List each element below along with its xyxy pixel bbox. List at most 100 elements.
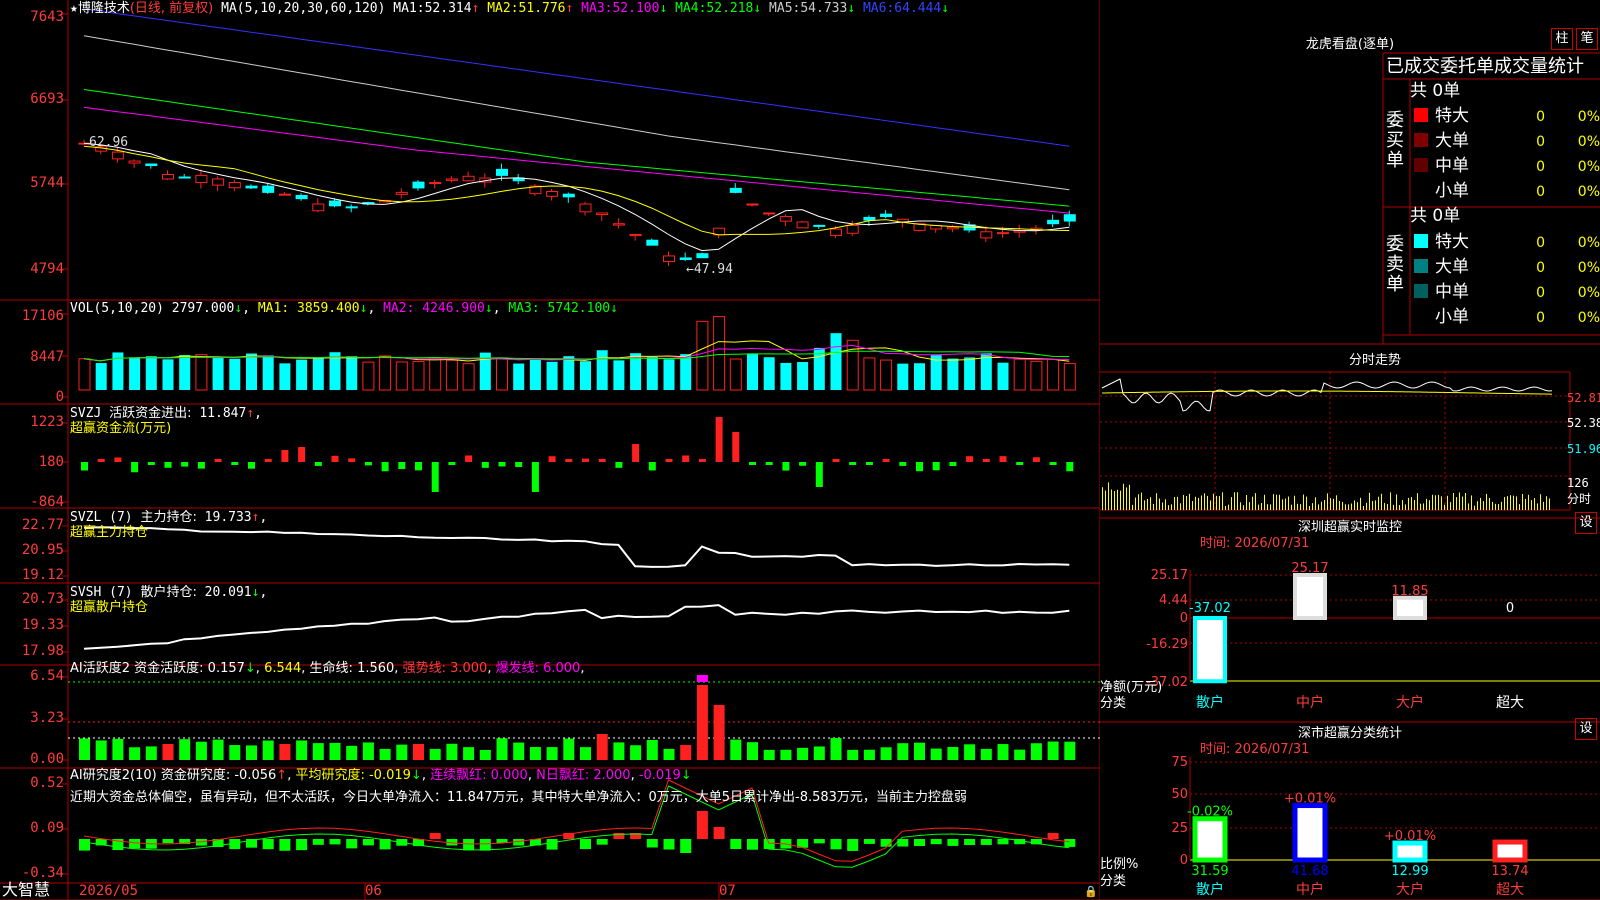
research-bar xyxy=(930,839,942,845)
intraday-vol-bar xyxy=(1384,502,1385,510)
stock-chart-window: 特大 0 0% 大单 0 0% 中单 0 0% 小单 0 0% 特大 0 0% 大单 0 0% 中单 0 0% 小单 0 0%… xyxy=(0,0,1600,900)
intraday-vol-bar xyxy=(1183,494,1184,510)
intraday-vol-bar xyxy=(1216,495,1217,510)
intraday-vol-bar xyxy=(1507,496,1508,510)
intraday-vol-bar xyxy=(1162,502,1163,510)
fund-flow-bar xyxy=(632,444,640,462)
favorite-star-icon[interactable]: ★ xyxy=(70,1,78,16)
fund-flow-bar xyxy=(197,462,205,469)
candle-down xyxy=(646,239,659,246)
intraday-vol-bar xyxy=(1117,489,1118,510)
volume-bar xyxy=(613,360,625,390)
intraday-vol-bar xyxy=(1102,487,1103,510)
research-bar xyxy=(947,839,959,846)
ai2-ytick: 0.09 xyxy=(30,820,64,836)
activity-bar xyxy=(663,748,675,760)
size-percent: 0% xyxy=(1578,184,1600,200)
intraday-vol-bar xyxy=(1123,483,1124,510)
fund-flow-bar xyxy=(164,462,172,468)
research-bar xyxy=(79,839,90,851)
svzj-ytick: 1223 xyxy=(30,414,64,430)
intraday-vol-bar xyxy=(1342,501,1343,510)
intraday-vol-bar xyxy=(1474,505,1475,510)
intraday-vol-bar xyxy=(1351,503,1352,510)
volume-bar xyxy=(312,358,324,390)
activity-bar xyxy=(863,749,875,760)
svsh-header: SVSH (7) 散户持仓: 20.091↓, xyxy=(70,585,268,600)
candle-up xyxy=(830,228,842,236)
intraday-vol-2: 分时 xyxy=(1567,492,1592,506)
activity-bar xyxy=(1030,743,1042,760)
intraday-vol-bar xyxy=(1354,500,1355,510)
lock-icon[interactable]: 🔒 xyxy=(1084,884,1098,899)
volume-bar xyxy=(445,359,458,391)
volume-bar xyxy=(1047,358,1060,391)
intraday-vol-bar xyxy=(1132,504,1133,510)
fund-flow-bar xyxy=(799,462,807,466)
intraday-vol-bar xyxy=(1363,505,1364,510)
intraday-vol-bar xyxy=(1138,494,1139,510)
intraday-vol-bar xyxy=(1369,492,1370,510)
fund-flow-bar xyxy=(949,462,957,466)
volume-bar xyxy=(880,359,893,391)
sz-settings-button[interactable]: 设 xyxy=(1575,512,1597,534)
volume-bar xyxy=(395,361,408,391)
vol-ytick: 0 xyxy=(55,389,64,405)
intraday-vol-bar xyxy=(1516,496,1517,510)
intraday-vol-bar xyxy=(1522,494,1523,510)
intraday-vol-bar xyxy=(1432,494,1433,510)
size-count: 0 xyxy=(1536,159,1545,175)
fund-flow-bar xyxy=(131,462,139,473)
activity-bar xyxy=(496,738,508,760)
candle-up xyxy=(579,203,592,213)
svzl-ytick: 19.12 xyxy=(21,567,64,583)
research-bar xyxy=(129,839,141,849)
intraday-vol-bar xyxy=(1258,504,1259,510)
ai-research-header: AI研究度2(10) 资金研究度: -0.056↑, 平均研究度: -0.019… xyxy=(70,768,692,783)
bar-mode-button[interactable]: 柱 xyxy=(1551,28,1573,50)
intraday-vol-bar xyxy=(1372,501,1373,510)
activity-bar xyxy=(613,742,625,760)
fund-flow-bar xyxy=(147,462,155,465)
size-label: 大单 xyxy=(1435,257,1469,277)
sc-bar-change: -0.02% xyxy=(1187,805,1233,820)
intraday-vol-bar xyxy=(1147,498,1148,510)
sc-settings-button[interactable]: 设 xyxy=(1575,718,1597,740)
svzl-ytick: 22.77 xyxy=(21,517,64,533)
volume-bar xyxy=(262,355,274,390)
intraday-vol-bar xyxy=(1441,496,1442,510)
research-bar xyxy=(296,839,308,851)
activity-bar xyxy=(780,749,792,760)
sc-category: 超大 xyxy=(1496,882,1524,898)
tick-mode-button[interactable]: 笔 xyxy=(1576,28,1598,50)
intraday-vol-bar xyxy=(1453,492,1454,510)
buy-side-label: 委买单 xyxy=(1386,110,1404,171)
activity-bar xyxy=(680,745,692,760)
intraday-vol-bar xyxy=(1471,495,1472,510)
research-bar xyxy=(596,839,608,845)
kline-chart[interactable] xyxy=(0,0,1100,900)
research-bar xyxy=(980,839,992,845)
fund-flow-bar xyxy=(381,462,389,472)
intraday-vol-bar xyxy=(1387,503,1388,510)
sc-category: 大户 xyxy=(1396,881,1424,898)
candle-up xyxy=(278,193,291,196)
size-label: 中单 xyxy=(1435,282,1469,302)
period-label[interactable]: (日线, 前复权) xyxy=(130,1,213,16)
research-bar xyxy=(1064,839,1076,847)
research-bar xyxy=(580,839,591,850)
intraday-vol-bar xyxy=(1246,494,1247,510)
size-count: 0 xyxy=(1536,285,1545,301)
ma1-line xyxy=(83,142,1070,252)
fund-flow-bar xyxy=(782,462,790,471)
sz-bar xyxy=(1193,616,1227,684)
candle-up xyxy=(663,255,675,263)
volume-bar xyxy=(596,350,608,390)
fund-flow-bar xyxy=(81,462,88,471)
volume-bar xyxy=(780,362,792,390)
research-bar xyxy=(813,839,825,844)
candle-up xyxy=(779,216,792,222)
volume-bar xyxy=(863,357,876,391)
intraday-vol-bar xyxy=(1234,492,1235,510)
ma1-label: MA1:52.314↑ xyxy=(393,1,480,16)
